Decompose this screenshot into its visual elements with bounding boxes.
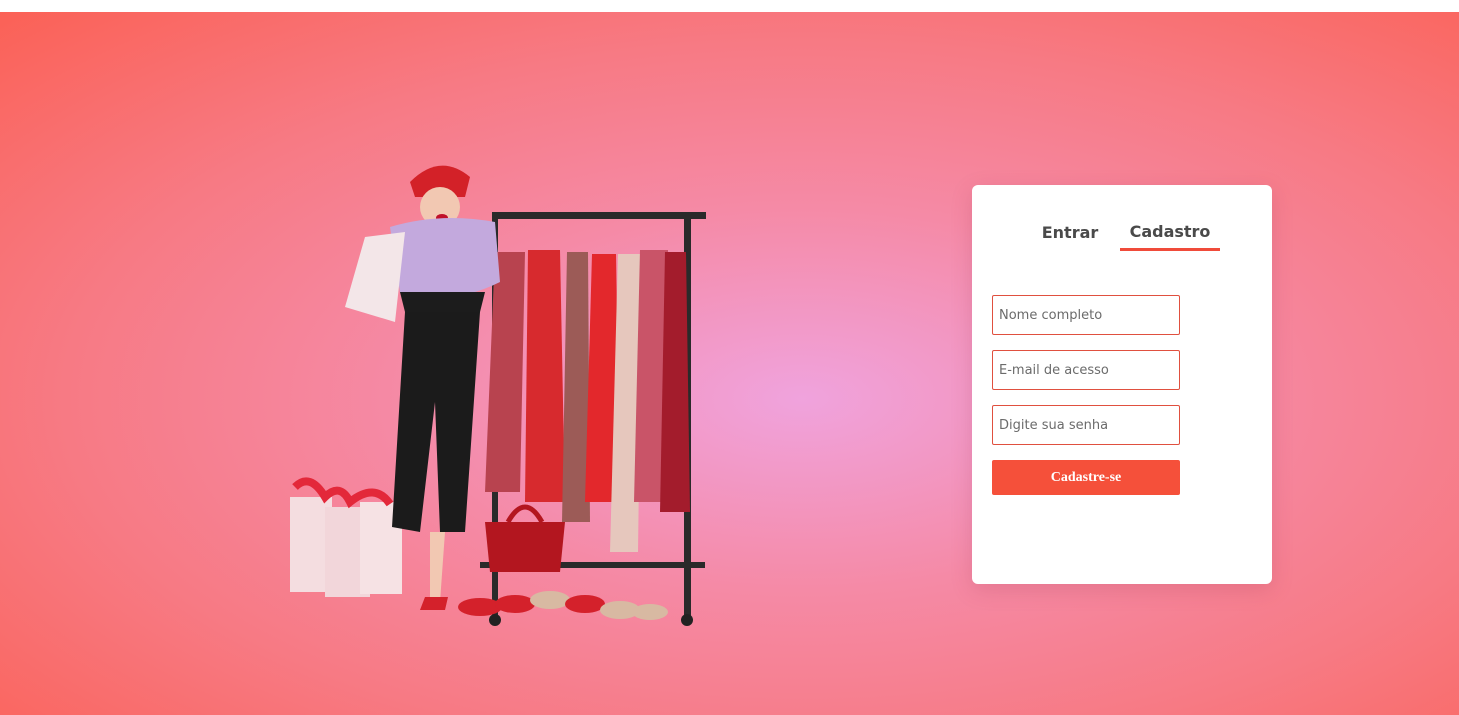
signup-button[interactable]: Cadastre-se	[992, 460, 1180, 495]
signup-card: Entrar Cadastro Cadastre-se	[972, 185, 1272, 584]
shopping-bag-held	[345, 232, 405, 322]
shopping-woman-illustration	[290, 165, 706, 626]
shopping-bags-icon	[290, 477, 402, 597]
tab-entrar[interactable]: Entrar	[1032, 215, 1108, 251]
page-background: Entrar Cadastro Cadastre-se	[0, 12, 1459, 715]
email-input[interactable]	[992, 350, 1180, 390]
trousers	[392, 312, 480, 532]
shoes-row	[458, 591, 668, 620]
tab-cadastro[interactable]: Cadastro	[1120, 215, 1220, 251]
blouse	[390, 218, 500, 298]
full-name-input[interactable]	[992, 295, 1180, 335]
auth-tabs: Entrar Cadastro	[972, 215, 1272, 255]
hanging-dresses	[485, 250, 690, 552]
hero-illustration	[280, 142, 720, 632]
password-input[interactable]	[992, 405, 1180, 445]
handbag-icon	[485, 522, 565, 572]
